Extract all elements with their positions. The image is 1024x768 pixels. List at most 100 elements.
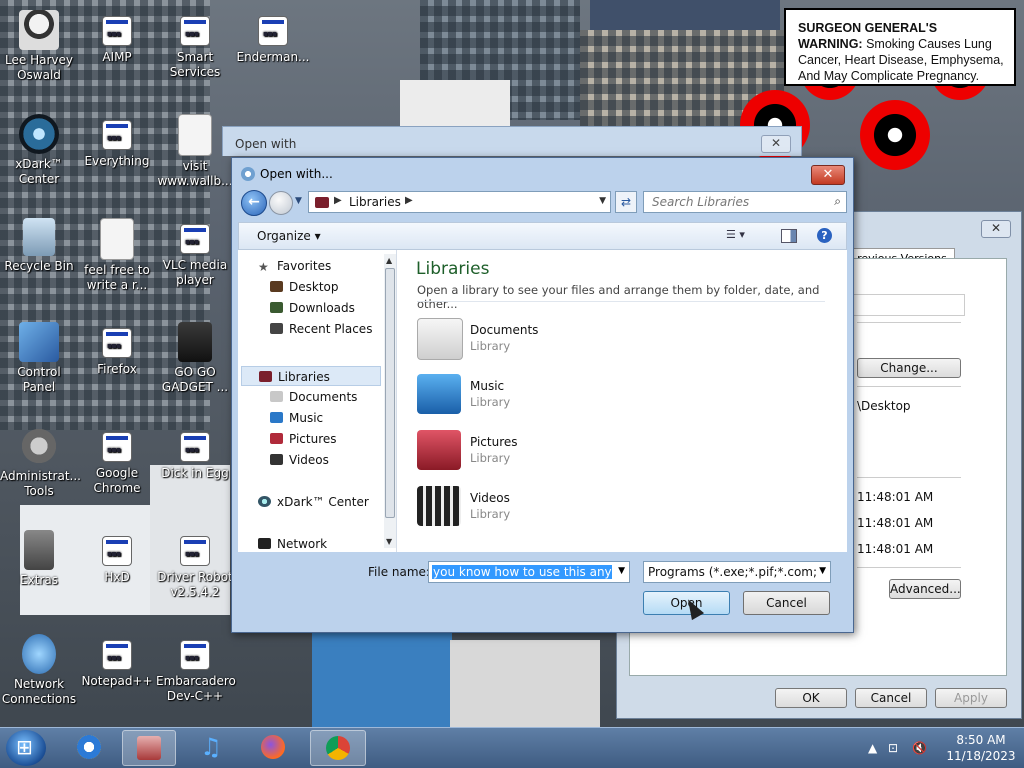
address-bar[interactable]: ▶ Libraries ▶ ▼ <box>308 191 611 213</box>
ok-button[interactable]: OK <box>775 688 847 708</box>
desktop-icon-label: Everything <box>84 154 150 168</box>
apply-button[interactable]: Apply <box>935 688 1007 708</box>
divider <box>857 386 961 387</box>
desktop-icon-vlc[interactable]: VLC media player <box>156 218 234 288</box>
desktop-icon-label: feel free to write a r... <box>84 263 150 292</box>
desktop-icon-control-panel[interactable]: Control Panel <box>0 322 78 395</box>
desktop-icon-enderman[interactable]: Enderman... <box>234 10 312 65</box>
desktop-icon-embarcadero[interactable]: Embarcadero Dev-C++ <box>156 634 236 704</box>
documents-icon <box>270 391 283 402</box>
extras-icon <box>24 530 54 570</box>
network-tray-icon[interactable]: ⊡ <box>888 741 898 755</box>
close-button[interactable]: ✕ <box>811 165 845 185</box>
app-icon <box>102 16 132 46</box>
chevron-down-icon[interactable]: ▼ <box>618 566 625 576</box>
search-icon[interactable]: ⌕ <box>834 194 841 209</box>
desktop-icon-google-chrome[interactable]: Google Chrome <box>78 426 156 496</box>
desktop-icon-label: AIMP <box>102 50 132 64</box>
desktop-icon-recycle-bin[interactable]: Recycle Bin <box>0 218 78 274</box>
desktop-icon-feel-free[interactable]: feel free to write a r... <box>78 218 156 293</box>
desktop-icon-label: Embarcadero Dev-C++ <box>156 674 236 703</box>
view-options-icon[interactable]: ☰ ▾ <box>726 228 745 241</box>
chevron-down-icon[interactable]: ▼ <box>819 566 826 576</box>
desktop-icon-label: GO GO GADGET ... <box>161 365 229 394</box>
taskbar-firefox[interactable] <box>250 730 296 766</box>
chevron-down-icon[interactable]: ▼ <box>599 196 606 206</box>
cancel-button[interactable]: Cancel <box>743 591 830 615</box>
refresh-icon[interactable]: ⇄ <box>615 191 637 213</box>
desktop-icon-smart-services[interactable]: Smart Services <box>156 10 234 80</box>
document-icon <box>178 114 212 156</box>
forward-arrow-icon[interactable] <box>269 191 293 215</box>
desktop-icon-firefox[interactable]: Firefox <box>78 322 156 377</box>
scrollbar-thumb[interactable] <box>385 268 395 518</box>
recent-locations-dropdown-icon[interactable]: ▼ <box>295 196 302 206</box>
app-icon <box>180 224 210 254</box>
document-icon <box>100 218 134 260</box>
clock[interactable]: 8:50 AM 11/18/2023 <box>946 732 1016 764</box>
file-name-label: File name: <box>368 565 430 579</box>
desktop-icon-driver-robot[interactable]: Driver Robot v2.5.4.2 <box>156 530 234 600</box>
cancel-button[interactable]: Cancel <box>855 688 927 708</box>
desktop-icon-extras[interactable]: Extras <box>0 530 78 588</box>
volume-muted-icon[interactable]: 🔇 <box>912 741 927 755</box>
nav-xdark-center[interactable]: xDark™ Center <box>258 492 398 512</box>
library-item-videos[interactable]: Videos Library <box>417 486 717 530</box>
taskbar-chrome[interactable] <box>310 730 366 766</box>
app-icon <box>102 640 132 670</box>
nav-label: Music <box>289 411 324 425</box>
chevron-right-icon[interactable]: ▶ <box>405 195 413 206</box>
music-icon <box>270 412 283 423</box>
desktop-icon-notepadpp[interactable]: Notepad++ <box>78 634 156 689</box>
properties-field[interactable] <box>847 294 965 316</box>
advanced-button[interactable]: Advanced... <box>889 579 961 599</box>
control-panel-icon <box>19 322 59 362</box>
close-icon[interactable]: ✕ <box>981 220 1011 238</box>
nav-label: Downloads <box>289 301 355 315</box>
desktop-icon-admin-tools[interactable]: Administrat... Tools <box>0 426 81 499</box>
library-item-pictures[interactable]: Pictures Library <box>417 430 717 474</box>
desktop-icon-label: Google Chrome <box>93 466 141 495</box>
file-type-select[interactable]: Programs (*.exe;*.pif;*.com;*.ba ▼ <box>643 561 831 583</box>
change-button[interactable]: Change... <box>857 358 961 378</box>
desktop-icon-network-connections[interactable]: Network Connections <box>0 634 78 707</box>
taskbar-internet-explorer[interactable] <box>66 730 112 766</box>
library-item-documents[interactable]: Documents Library <box>417 318 717 362</box>
gears-icon <box>19 426 59 466</box>
content-heading: Libraries <box>416 259 490 279</box>
desktop-icon-go-go-gadget[interactable]: GO GO GADGET ... <box>156 322 234 395</box>
desktop-icon-label: Recycle Bin <box>4 259 74 273</box>
file-type-value: Programs (*.exe;*.pif;*.com;*.ba <box>648 565 816 579</box>
nav-libraries[interactable]: Libraries <box>241 366 381 386</box>
taskbar-explorer[interactable] <box>122 730 176 766</box>
scroll-down-icon[interactable]: ▼ <box>386 537 392 546</box>
desktop-icon-dick-in-egg[interactable]: Dick in Egg <box>156 426 234 481</box>
start-button[interactable] <box>6 730 46 766</box>
nav-favorites[interactable]: ★ Favorites <box>258 256 398 276</box>
window-title: Open with <box>235 137 297 151</box>
desktop-icon-aimp[interactable]: AIMP <box>78 10 156 65</box>
taskbar-music[interactable]: ♫ <box>188 730 234 766</box>
nav-network[interactable]: Network <box>258 534 398 554</box>
desktop-icon-xdark-center[interactable]: xDark™ Center <box>0 114 78 187</box>
help-icon[interactable]: ? <box>817 228 832 243</box>
show-hidden-icons-icon[interactable]: ▲ <box>868 741 877 755</box>
close-icon[interactable]: ✕ <box>761 135 791 153</box>
file-name-input[interactable]: you know how to use this anyway ▼ <box>428 561 630 583</box>
app-icon <box>102 120 132 150</box>
breadcrumb-libraries[interactable]: Libraries <box>349 195 401 209</box>
scroll-up-icon[interactable]: ▲ <box>386 256 392 265</box>
organize-menu[interactable]: Organize ▾ <box>257 229 321 243</box>
desktop-icon-hxd[interactable]: HxD <box>78 530 156 585</box>
library-type: Library <box>470 451 511 465</box>
library-item-music[interactable]: Music Library <box>417 374 717 418</box>
desktop-icon-lee-harvey-oswald[interactable]: Lee Harvey Oswald <box>0 10 78 83</box>
preview-pane-icon[interactable] <box>781 229 797 243</box>
nav-scrollbar[interactable]: ▲ ▼ <box>384 254 396 548</box>
chevron-right-icon[interactable]: ▶ <box>334 195 342 206</box>
back-arrow-icon[interactable]: ← <box>241 190 267 216</box>
search-input[interactable]: Search Libraries ⌕ <box>643 191 847 213</box>
desktop-icon-everything[interactable]: Everything <box>78 114 156 169</box>
library-type: Library <box>470 507 511 521</box>
app-icon <box>102 536 132 566</box>
